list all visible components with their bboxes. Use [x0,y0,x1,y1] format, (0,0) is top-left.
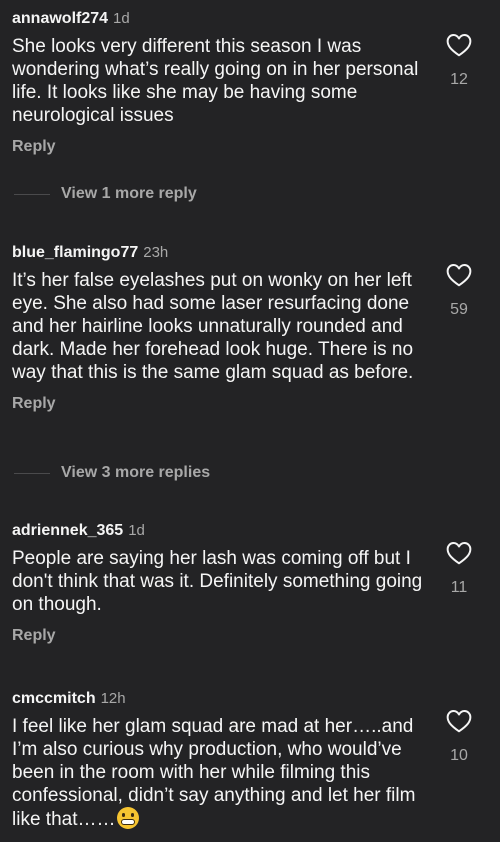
view-more-replies-label[interactable]: View 1 more reply [61,185,197,203]
like-count: 12 [450,71,468,88]
heart-outline-icon[interactable] [446,541,472,565]
comment: adriennek_365 1d People are saying her la… [12,521,488,645]
comment-username[interactable]: adriennek_365 [12,522,123,539]
heart-outline-icon[interactable] [446,33,472,57]
like-control[interactable]: 12 [444,33,474,89]
comment-header: annawolf274 1d [12,9,488,29]
view-more-replies-label[interactable]: View 3 more replies [61,464,210,482]
comment-username[interactable]: blue_flamingo77 [12,244,138,261]
heart-outline-icon[interactable] [446,263,472,287]
comment-timestamp: 1d [113,10,130,27]
view-more-replies[interactable]: View 3 more replies [14,464,210,482]
like-control[interactable]: 10 [444,709,474,765]
comment-text-body: I feel like her glam squad are mad at he… [12,716,416,830]
divider-line [14,472,50,474]
comment-username[interactable]: cmccmitch [12,690,96,707]
comment-timestamp: 23h [143,244,169,261]
grimacing-face-icon [117,807,140,829]
comment-username[interactable]: annawolf274 [12,10,108,27]
comment-text: I feel like her glam squad are mad at he… [12,715,424,831]
comment: annawolf274 1d She looks very different t… [12,9,488,156]
comment-timestamp: 1d [128,522,145,539]
divider-line [14,193,50,195]
comment-timestamp: 12h [100,690,126,707]
comment-text: She looks very different this season I w… [12,36,419,126]
like-control[interactable]: 11 [444,541,474,597]
reply-button[interactable]: Reply [12,395,488,413]
like-count: 59 [450,301,468,318]
reply-button[interactable]: Reply [12,627,488,645]
comment-header: blue_flamingo77 23h [12,243,488,263]
comment-header: cmccmitch 12h [12,689,488,709]
like-count: 10 [450,747,468,764]
comment-header: adriennek_365 1d [12,521,488,541]
comment-text: People are saying her lash was coming of… [12,548,423,615]
comment: blue_flamingo77 23h It’s her false eyelas… [12,243,488,413]
comment-text: It’s her false eyelashes put on wonky on… [12,270,414,383]
heart-outline-icon[interactable] [446,709,472,733]
like-count: 11 [450,579,468,596]
view-more-replies[interactable]: View 1 more reply [14,185,197,203]
reply-button[interactable]: Reply [12,138,488,156]
like-control[interactable]: 59 [444,263,474,319]
comment: cmccmitch 12h I feel like her glam squad … [12,689,488,831]
